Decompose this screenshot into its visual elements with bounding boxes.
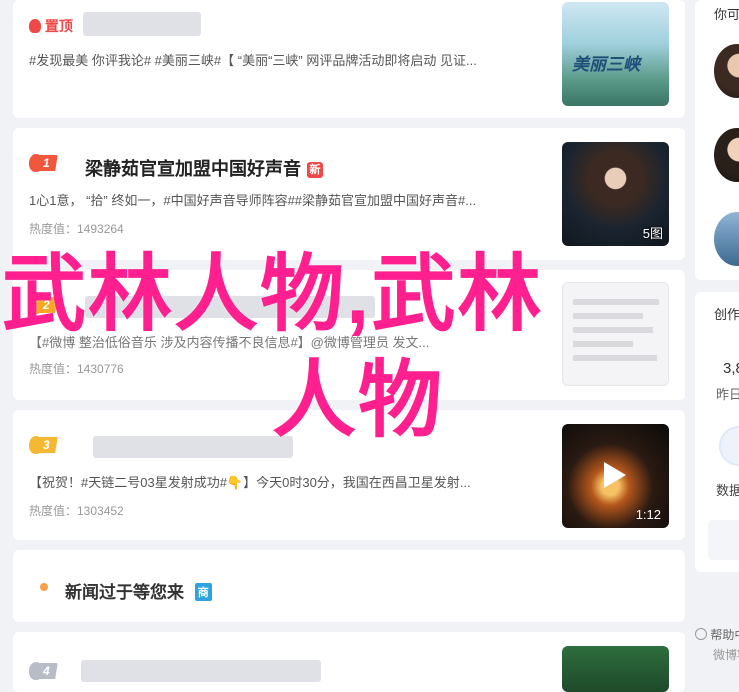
rank-badge: 1 [29,154,58,172]
feed-title[interactable]: 梁静茹官宣加盟中国好声音新 [85,155,323,181]
overlay-headline-line1: 武林人物,武林 [2,247,544,341]
pinned-thumbnail[interactable]: 美丽三峡 [562,2,669,106]
feed-thumbnail[interactable] [562,646,669,692]
promo-title[interactable]: 新闻过于等您来 商 [65,578,212,603]
heat-value: 热度值：1430776 [29,362,124,376]
feed-excerpt[interactable]: 1心1意， “拾” 终如一，#中国好声音导师阵容##梁静茹官宣加盟中国好声音#.… [29,190,476,209]
rank-badge: 4 [29,662,58,680]
pinned-tag: 置顶 [29,16,73,36]
pinned-excerpt[interactable]: #发现最美 你评我论# #美丽三峡#【 “美丽“三峡” 网评品牌活动即将启动 见… [29,50,477,69]
feed-excerpt[interactable]: 【祝贺！#天链二号03星发射成功#👇】今天0时30分，我国在西昌卫星发射... [29,472,471,491]
new-badge: 新 [307,162,323,179]
sidebar-action-button[interactable] [708,520,739,560]
sidebar-creator: 创作 3,8 昨日 数据 [695,292,739,572]
avatar[interactable] [714,128,739,182]
promo-dot-icon [40,583,48,591]
feed-card-pinned[interactable]: 置顶 #发现最美 你评我论# #美丽三峡#【 “美丽“三峡” 网评品牌活动即将启… [13,0,685,118]
play-icon[interactable] [604,462,626,488]
sidebar-header: 你可 [714,7,739,22]
help-icon [695,628,707,640]
avatar[interactable] [714,212,739,266]
data-icon[interactable] [719,426,739,466]
sidebar-recommend: 你可 [695,0,739,280]
footer-link[interactable]: 微博客 [713,646,739,663]
stat-label: 昨日 [716,387,739,402]
overlay-headline-line2: 人物 [272,353,445,447]
image-count-badge: 5图 [642,226,663,241]
feed-thumbnail[interactable]: 5图 [562,142,669,246]
feed-video-thumbnail[interactable]: 1:12 [562,424,669,528]
pinned-flame-icon [29,19,41,33]
data-label[interactable]: 数据 [716,480,739,499]
feed-card-1[interactable]: 1 梁静茹官宣加盟中国好声音新 1心1意， “拾” 终如一，#中国好声音导师阵容… [13,128,685,260]
heat-value: 热度值：1493264 [29,222,124,236]
stat-value: 3,8 [723,360,739,377]
rank-badge: 3 [29,436,58,454]
title-placeholder [81,660,321,682]
heat-value: 热度值：1303452 [29,504,124,518]
title-placeholder [93,436,293,458]
pinned-title-placeholder [83,12,201,36]
pinned-thumbnail-caption: 美丽三峡 [572,55,640,74]
feed-card-4[interactable]: 4 [13,632,685,692]
video-duration: 1:12 [635,507,661,522]
creator-header: 创作 [714,307,739,322]
feed-thumbnail[interactable] [562,282,669,386]
promo-card[interactable]: 新闻过于等您来 商 [13,550,685,622]
help-link[interactable]: 帮助中 [695,626,739,643]
avatar[interactable] [714,44,739,98]
ad-tag: 商 [194,583,212,601]
